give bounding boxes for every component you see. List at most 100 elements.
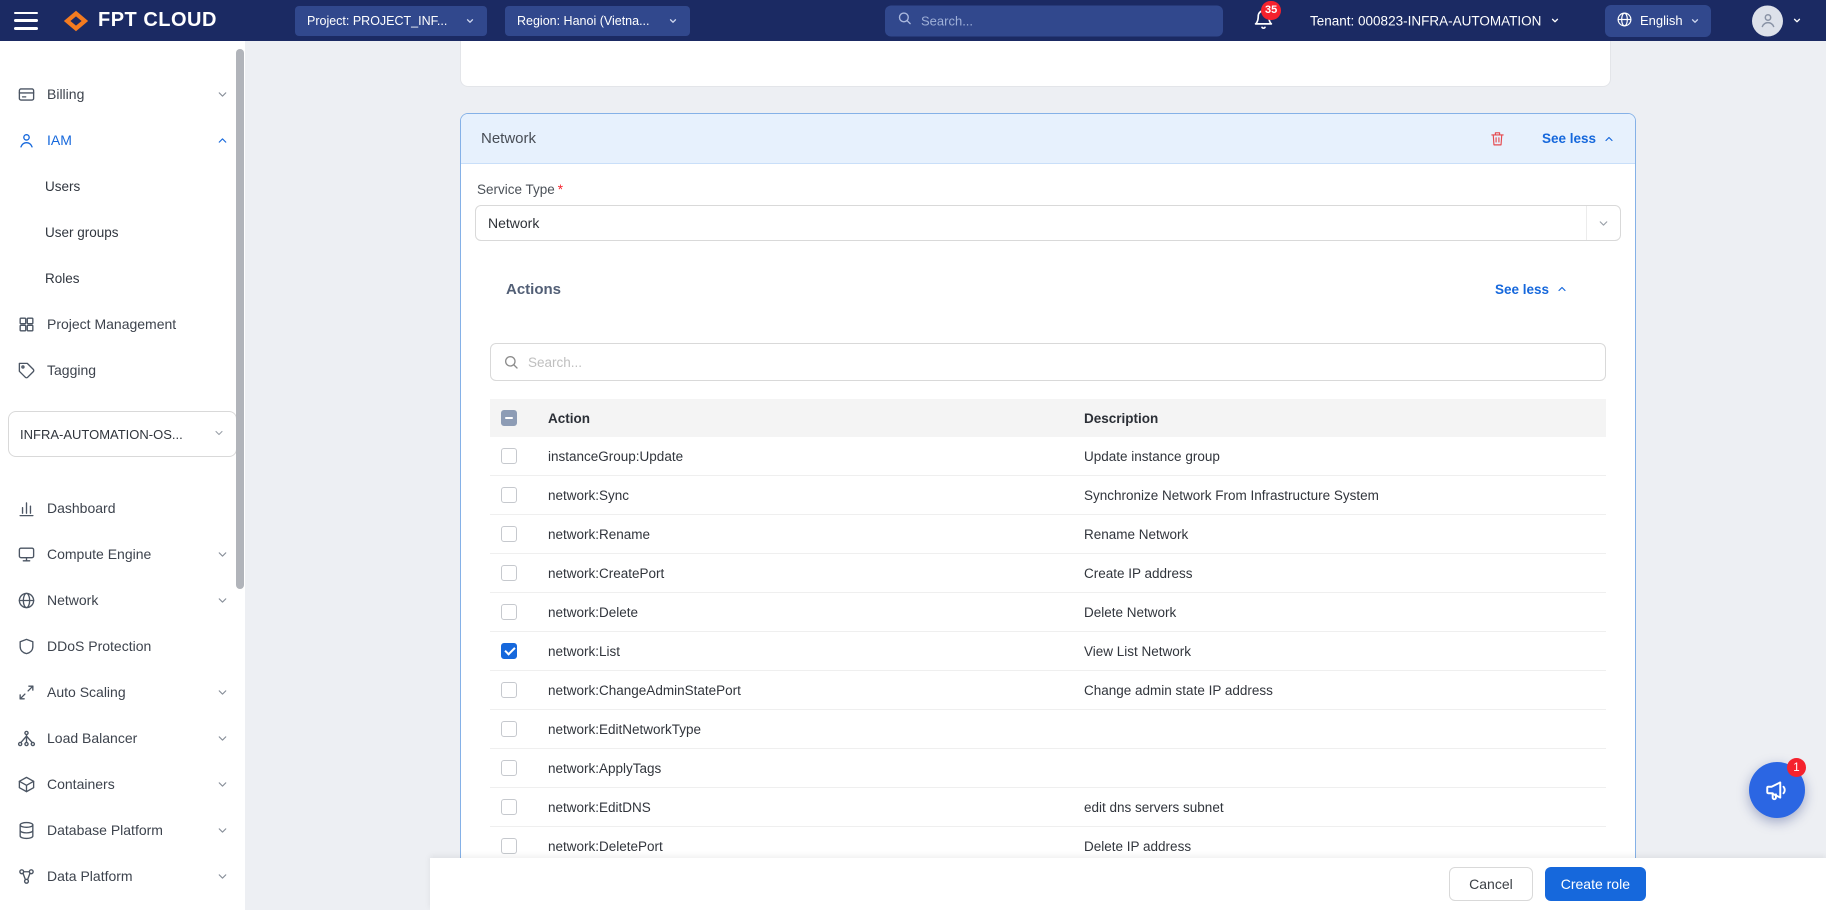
sidebar-item-label: IAM bbox=[47, 132, 205, 148]
table-row[interactable]: network:Sync Synchronize Network From In… bbox=[490, 476, 1606, 515]
description-cell: Create IP address bbox=[1084, 566, 1606, 581]
service-type-select[interactable]: Network bbox=[475, 205, 1621, 241]
create-role-button[interactable]: Create role bbox=[1545, 867, 1646, 901]
action-cell: network:ChangeAdminStatePort bbox=[548, 683, 1084, 698]
announcements-fab[interactable]: 1 bbox=[1749, 762, 1805, 818]
row-checkbox[interactable] bbox=[501, 838, 517, 854]
delete-card-button[interactable] bbox=[1489, 130, 1506, 147]
sidebar-scrollbar[interactable] bbox=[236, 49, 244, 589]
chevron-up-icon bbox=[1603, 133, 1615, 145]
project-selector-dropdown[interactable]: INFRA-AUTOMATION-OS... bbox=[8, 411, 237, 457]
sidebar-item-roles[interactable]: Roles bbox=[0, 255, 245, 301]
row-checkbox[interactable] bbox=[501, 487, 517, 503]
sidebar-item-data-platform[interactable]: Data Platform bbox=[0, 853, 245, 899]
region-dropdown-label: Region: Hanoi (Vietna... bbox=[517, 14, 650, 28]
language-dropdown[interactable]: English bbox=[1605, 5, 1711, 37]
sidebar-item-load-balancer[interactable]: Load Balancer bbox=[0, 715, 245, 761]
row-checkbox[interactable] bbox=[501, 643, 517, 659]
region-dropdown[interactable]: Region: Hanoi (Vietna... bbox=[505, 6, 690, 36]
fpt-logo-icon bbox=[62, 8, 90, 34]
sidebar-item-label: Containers bbox=[47, 776, 205, 792]
sidebar-item-label: Compute Engine bbox=[47, 546, 205, 562]
sidebar-item-compute-engine[interactable]: Compute Engine bbox=[0, 531, 245, 577]
sidebar-item-iam[interactable]: IAM bbox=[0, 117, 245, 163]
sidebar-item-containers[interactable]: Containers bbox=[0, 761, 245, 807]
dashboard-icon bbox=[17, 499, 36, 518]
row-checkbox[interactable] bbox=[501, 565, 517, 581]
project-selector-value: INFRA-AUTOMATION-OS... bbox=[20, 427, 207, 442]
sidebar-item-label: Network bbox=[47, 592, 205, 608]
search-icon bbox=[503, 354, 519, 370]
description-cell: Delete IP address bbox=[1084, 839, 1606, 854]
megaphone-icon bbox=[1764, 777, 1790, 803]
tenant-dropdown[interactable]: Tenant: 000823-INFRA-AUTOMATION bbox=[1310, 13, 1560, 28]
action-cell: network:EditNetworkType bbox=[548, 722, 1084, 737]
load-balancer-icon bbox=[17, 729, 36, 748]
column-header-action: Action bbox=[548, 411, 1084, 426]
chevron-down-icon bbox=[216, 778, 229, 791]
table-row[interactable]: network:Delete Delete Network bbox=[490, 593, 1606, 632]
action-cell: instanceGroup:Update bbox=[548, 449, 1084, 464]
row-checkbox[interactable] bbox=[501, 526, 517, 542]
project-dropdown[interactable]: Project: PROJECT_INF... bbox=[295, 6, 487, 36]
table-row[interactable]: network:EditNetworkType bbox=[490, 710, 1606, 749]
sidebar-item-billing[interactable]: Billing bbox=[0, 71, 245, 117]
table-header-row: Action Description bbox=[490, 399, 1606, 437]
hamburger-icon[interactable] bbox=[14, 12, 38, 30]
table-row[interactable]: instanceGroup:Update Update instance gro… bbox=[490, 437, 1606, 476]
description-cell: edit dns servers subnet bbox=[1084, 800, 1606, 815]
chevron-down-icon bbox=[216, 548, 229, 561]
row-checkbox[interactable] bbox=[501, 760, 517, 776]
table-row[interactable]: network:ApplyTags bbox=[490, 749, 1606, 788]
sidebar-item-database-platform[interactable]: Database Platform bbox=[0, 807, 245, 853]
trash-icon bbox=[1489, 130, 1506, 147]
row-checkbox[interactable] bbox=[501, 448, 517, 464]
notifications-button[interactable]: 35 bbox=[1253, 9, 1277, 33]
sidebar-item-users[interactable]: Users bbox=[0, 163, 245, 209]
actions-table: Action Description instanceGroup:Update … bbox=[490, 399, 1606, 866]
logo-text: FPT CLOUD bbox=[98, 9, 217, 32]
table-row[interactable]: network:Rename Rename Network bbox=[490, 515, 1606, 554]
auto-scaling-icon bbox=[17, 683, 36, 702]
fab-badge: 1 bbox=[1787, 758, 1806, 777]
row-checkbox[interactable] bbox=[501, 799, 517, 815]
table-row[interactable]: network:List View List Network bbox=[490, 632, 1606, 671]
sidebar-item-project-management[interactable]: Project Management bbox=[0, 301, 245, 347]
sidebar-item-label: Users bbox=[45, 179, 229, 194]
iam-icon bbox=[17, 131, 36, 150]
sidebar-item-user-groups[interactable]: User groups bbox=[0, 209, 245, 255]
sidebar-item-dashboard[interactable]: Dashboard bbox=[0, 485, 245, 531]
avatar bbox=[1752, 5, 1783, 36]
global-search-input[interactable] bbox=[921, 13, 1211, 28]
chevron-down-icon bbox=[216, 870, 229, 883]
chevron-down-icon bbox=[668, 16, 678, 26]
table-row[interactable]: network:ChangeAdminStatePort Change admi… bbox=[490, 671, 1606, 710]
sidebar-item-network[interactable]: Network bbox=[0, 577, 245, 623]
actions-see-less-toggle[interactable]: See less bbox=[1495, 282, 1568, 297]
sidebar-item-ddos-protection[interactable]: DDoS Protection bbox=[0, 623, 245, 669]
sidebar-item-auto-scaling[interactable]: Auto Scaling bbox=[0, 669, 245, 715]
actions-search bbox=[490, 343, 1606, 381]
sidebar-item-tagging[interactable]: Tagging bbox=[0, 347, 245, 393]
user-menu[interactable] bbox=[1752, 5, 1802, 36]
action-cell: network:DeletePort bbox=[548, 839, 1084, 854]
chevron-down-icon bbox=[216, 594, 229, 607]
network-service-card: Network See less Service Type* Network A… bbox=[460, 113, 1636, 910]
action-cell: network:Sync bbox=[548, 488, 1084, 503]
action-cell: network:Rename bbox=[548, 527, 1084, 542]
search-icon bbox=[897, 11, 912, 31]
column-header-description: Description bbox=[1084, 411, 1606, 426]
action-cell: network:Delete bbox=[548, 605, 1084, 620]
table-row[interactable]: network:CreatePort Create IP address bbox=[490, 554, 1606, 593]
globe-icon bbox=[1616, 11, 1633, 31]
card-see-less-toggle[interactable]: See less bbox=[1542, 131, 1615, 146]
sidebar-item-label: Auto Scaling bbox=[47, 684, 205, 700]
row-checkbox[interactable] bbox=[501, 721, 517, 737]
chevron-down-icon bbox=[1586, 206, 1620, 240]
actions-search-input[interactable] bbox=[528, 355, 1593, 370]
cancel-button[interactable]: Cancel bbox=[1449, 867, 1533, 901]
row-checkbox[interactable] bbox=[501, 604, 517, 620]
row-checkbox[interactable] bbox=[501, 682, 517, 698]
table-row[interactable]: network:EditDNS edit dns servers subnet bbox=[490, 788, 1606, 827]
select-all-checkbox[interactable] bbox=[501, 410, 517, 426]
